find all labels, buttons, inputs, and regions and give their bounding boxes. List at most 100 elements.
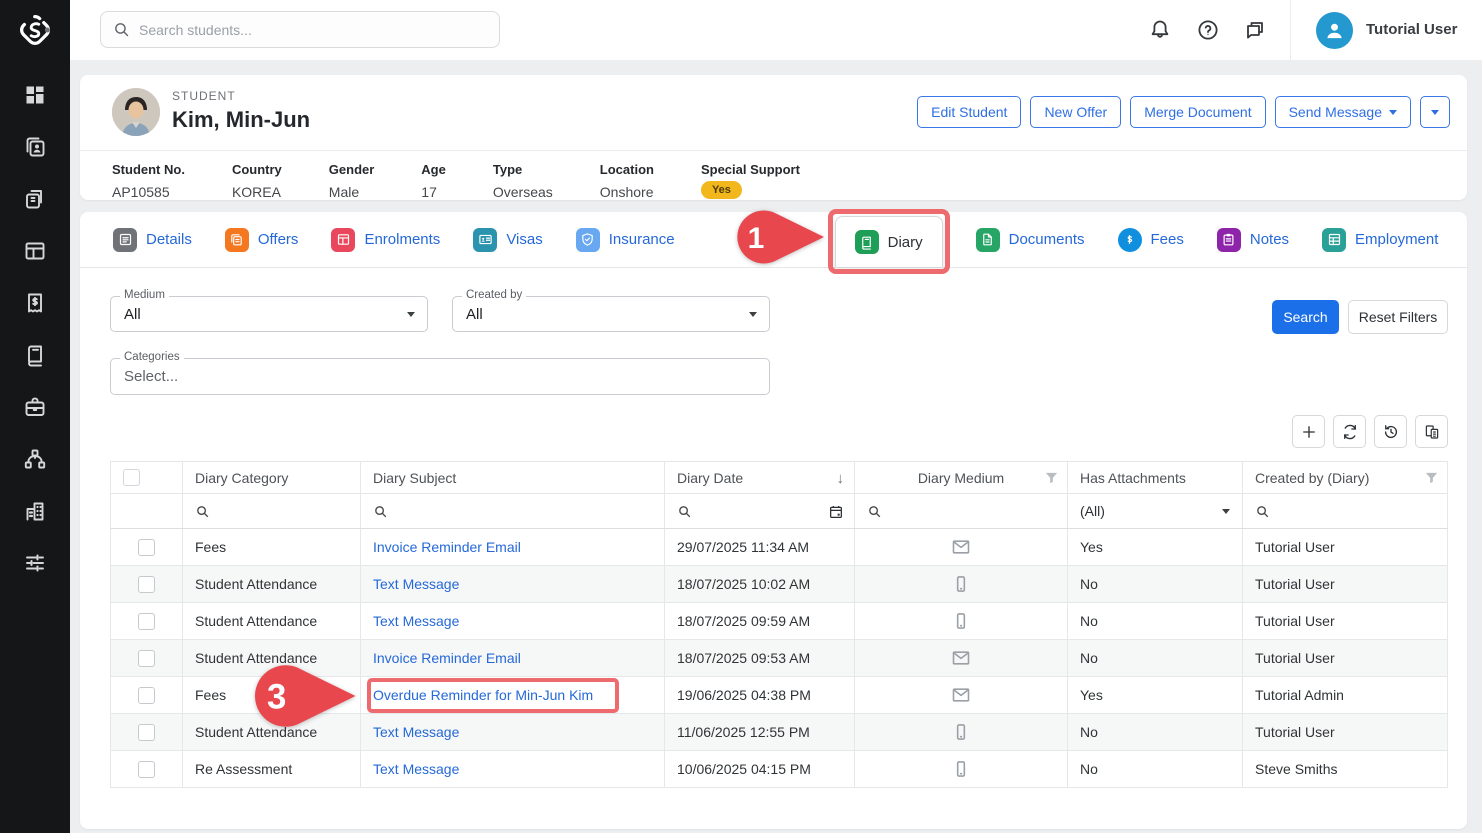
tab-details[interactable]: Details (113, 228, 192, 252)
sidebar-item-campuses[interactable] (22, 498, 48, 524)
created-by-value: All (466, 306, 483, 323)
filter-diary-subject[interactable] (361, 494, 665, 529)
search-input[interactable] (139, 22, 487, 38)
cell-has-attachments: No (1068, 566, 1243, 603)
sort-descending-icon[interactable]: ↓ (837, 470, 845, 487)
book-icon (855, 230, 879, 254)
sidebar-item-offers[interactable] (22, 186, 48, 212)
cell-diary-medium (855, 714, 1068, 751)
row-checkbox[interactable] (138, 687, 155, 704)
email-icon (951, 537, 971, 557)
column-header-has-attachments[interactable]: Has Attachments (1068, 462, 1243, 494)
cell-diary-subject: Text Message (361, 603, 665, 640)
calendar-icon[interactable] (828, 504, 844, 520)
chevron-down-icon (407, 312, 415, 317)
diary-subject-link[interactable]: Text Message (373, 724, 459, 740)
sidebar-item-services[interactable] (22, 394, 48, 420)
filter-funnel-icon[interactable] (1424, 470, 1439, 485)
tab-enrolments[interactable]: Enrolments (331, 228, 440, 252)
more-actions-button[interactable] (1420, 96, 1450, 128)
students-icon (23, 135, 47, 159)
diary-subject-link[interactable]: Text Message (373, 613, 459, 629)
sidebar-item-students[interactable] (22, 134, 48, 160)
diary-subject-link[interactable]: Text Message (373, 761, 459, 777)
cell-diary-subject: Invoice Reminder Email (361, 640, 665, 677)
sliders-icon (23, 551, 47, 575)
student-info-gender: GenderMale (329, 162, 375, 200)
categories-select[interactable]: Categories Select... (110, 358, 770, 395)
sidebar-item-agents[interactable] (22, 446, 48, 472)
sidebar-item-courses[interactable] (22, 342, 48, 368)
row-checkbox[interactable] (138, 761, 155, 778)
cell-diary-category: Fees (183, 529, 361, 566)
sms-icon (951, 759, 971, 779)
column-header-diary-subject[interactable]: Diary Subject (361, 462, 665, 494)
student-search[interactable] (100, 11, 500, 48)
divider (80, 150, 1467, 151)
chat-icon[interactable] (1242, 18, 1266, 42)
row-checkbox[interactable] (138, 613, 155, 630)
reset-filters-button[interactable]: Reset Filters (1348, 300, 1448, 334)
filter-funnel-icon[interactable] (1044, 470, 1059, 485)
refresh-icon[interactable] (1333, 415, 1366, 448)
created-by-label: Created by (462, 289, 526, 301)
cell-created-by: Tutorial Admin (1243, 677, 1448, 714)
sidebar-item-settings[interactable] (22, 550, 48, 576)
add-icon[interactable] (1292, 415, 1325, 448)
row-checkbox[interactable] (138, 539, 155, 556)
user-name[interactable]: Tutorial User (1366, 21, 1457, 38)
sidebar-item-fees[interactable] (22, 290, 48, 316)
diary-subject-link[interactable]: Text Message (373, 576, 459, 592)
column-header-diary-category[interactable]: Diary Category (183, 462, 361, 494)
tab-insurance[interactable]: Insurance (576, 228, 675, 252)
student-label: STUDENT (172, 89, 236, 103)
history-icon[interactable] (1374, 415, 1407, 448)
medium-select[interactable]: Medium All (110, 296, 428, 332)
user-avatar[interactable] (1316, 12, 1353, 49)
filter-diary-medium[interactable] (855, 494, 1068, 529)
briefcase-icon (23, 395, 47, 419)
diary-subject-link[interactable]: Invoice Reminder Email (373, 539, 521, 555)
tab-diary[interactable]: Diary1 (835, 216, 943, 267)
cell-diary-category: Student Attendance (183, 714, 361, 751)
merge-document-button[interactable]: Merge Document (1130, 96, 1265, 128)
tab-documents[interactable]: Documents (976, 228, 1085, 252)
row-checkbox[interactable] (138, 724, 155, 741)
new-offer-button[interactable]: New Offer (1030, 96, 1121, 128)
filter-created-by[interactable] (1243, 494, 1448, 529)
tab-fees[interactable]: Fees (1118, 228, 1184, 252)
edit-student-button[interactable]: Edit Student (917, 96, 1021, 128)
column-header-diary-medium[interactable]: Diary Medium (855, 462, 1068, 494)
topbar: Tutorial User (70, 0, 1482, 60)
help-icon[interactable] (1196, 18, 1220, 42)
tab-offers[interactable]: Offers (225, 228, 299, 252)
diary-subject-link[interactable]: Invoice Reminder Email (373, 650, 521, 666)
cell-diary-category: Re Assessment (183, 751, 361, 788)
chevron-down-icon (1431, 110, 1439, 115)
column-chooser-icon[interactable] (1415, 415, 1448, 448)
select-all-checkbox[interactable] (123, 469, 140, 486)
tab-employment[interactable]: Employment (1322, 228, 1438, 252)
created-by-select[interactable]: Created by All (452, 296, 770, 332)
column-header-diary-date[interactable]: Diary Date↓ (665, 462, 855, 494)
filter-diary-date[interactable] (665, 494, 855, 529)
notifications-icon[interactable] (1148, 18, 1172, 42)
send-message-button[interactable]: Send Message (1275, 96, 1411, 128)
sidebar-item-enrolments[interactable] (22, 238, 48, 264)
app-logo[interactable] (0, 0, 70, 60)
filter-diary-category[interactable] (183, 494, 361, 529)
tab-visas[interactable]: Visas (473, 228, 542, 252)
row-checkbox[interactable] (138, 650, 155, 667)
diary-subject-link[interactable]: Overdue Reminder for Min-Jun Kim (373, 687, 593, 703)
cell-has-attachments: No (1068, 640, 1243, 677)
chevron-down-icon (1389, 110, 1397, 115)
column-header-created-by[interactable]: Created by (Diary) (1243, 462, 1448, 494)
sidebar-item-dashboard[interactable] (22, 82, 48, 108)
clipboard-icon (1217, 228, 1241, 252)
tab-notes[interactable]: Notes (1217, 228, 1289, 252)
cell-diary-subject: Text Message (361, 714, 665, 751)
search-button[interactable]: Search (1272, 300, 1339, 334)
row-checkbox[interactable] (138, 576, 155, 593)
filter-has-attachments[interactable]: (All) (1068, 494, 1243, 529)
table-body: FeesInvoice Reminder Email29/07/2025 11:… (111, 529, 1448, 788)
